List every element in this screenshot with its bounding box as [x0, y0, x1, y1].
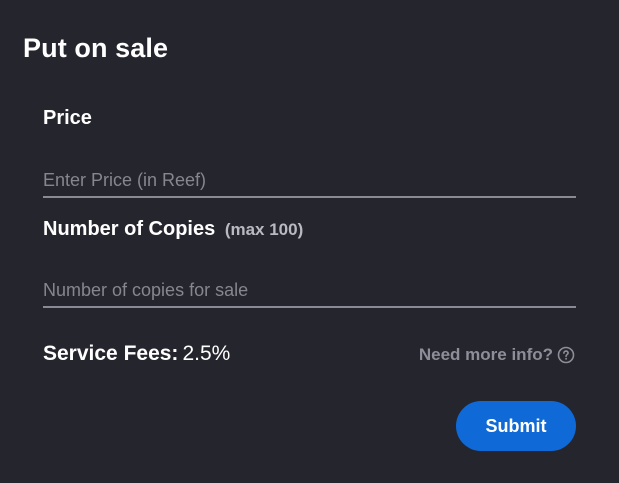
put-on-sale-dialog: Put on sale Price Number of Copies (max … [0, 0, 619, 483]
question-circle-icon [557, 346, 575, 364]
price-input[interactable] [43, 164, 576, 198]
submit-button[interactable]: Submit [456, 401, 576, 451]
copies-max-hint: (max 100) [224, 220, 304, 239]
need-more-info-link[interactable]: Need more info? [419, 345, 575, 365]
service-fees-value: 2.5% [182, 342, 231, 365]
price-label: Price [43, 107, 92, 130]
copies-label: Number of Copies (max 100) [43, 218, 303, 241]
need-more-info-label: Need more info? [418, 345, 553, 364]
price-label-text: Price [43, 107, 92, 129]
service-fees: Service Fees: 2.5% [43, 342, 230, 366]
copies-label-text: Number of Copies [43, 218, 216, 240]
copies-input[interactable] [43, 274, 576, 308]
service-fees-label: Service Fees: [43, 342, 179, 365]
dialog-title: Put on sale [23, 33, 169, 63]
